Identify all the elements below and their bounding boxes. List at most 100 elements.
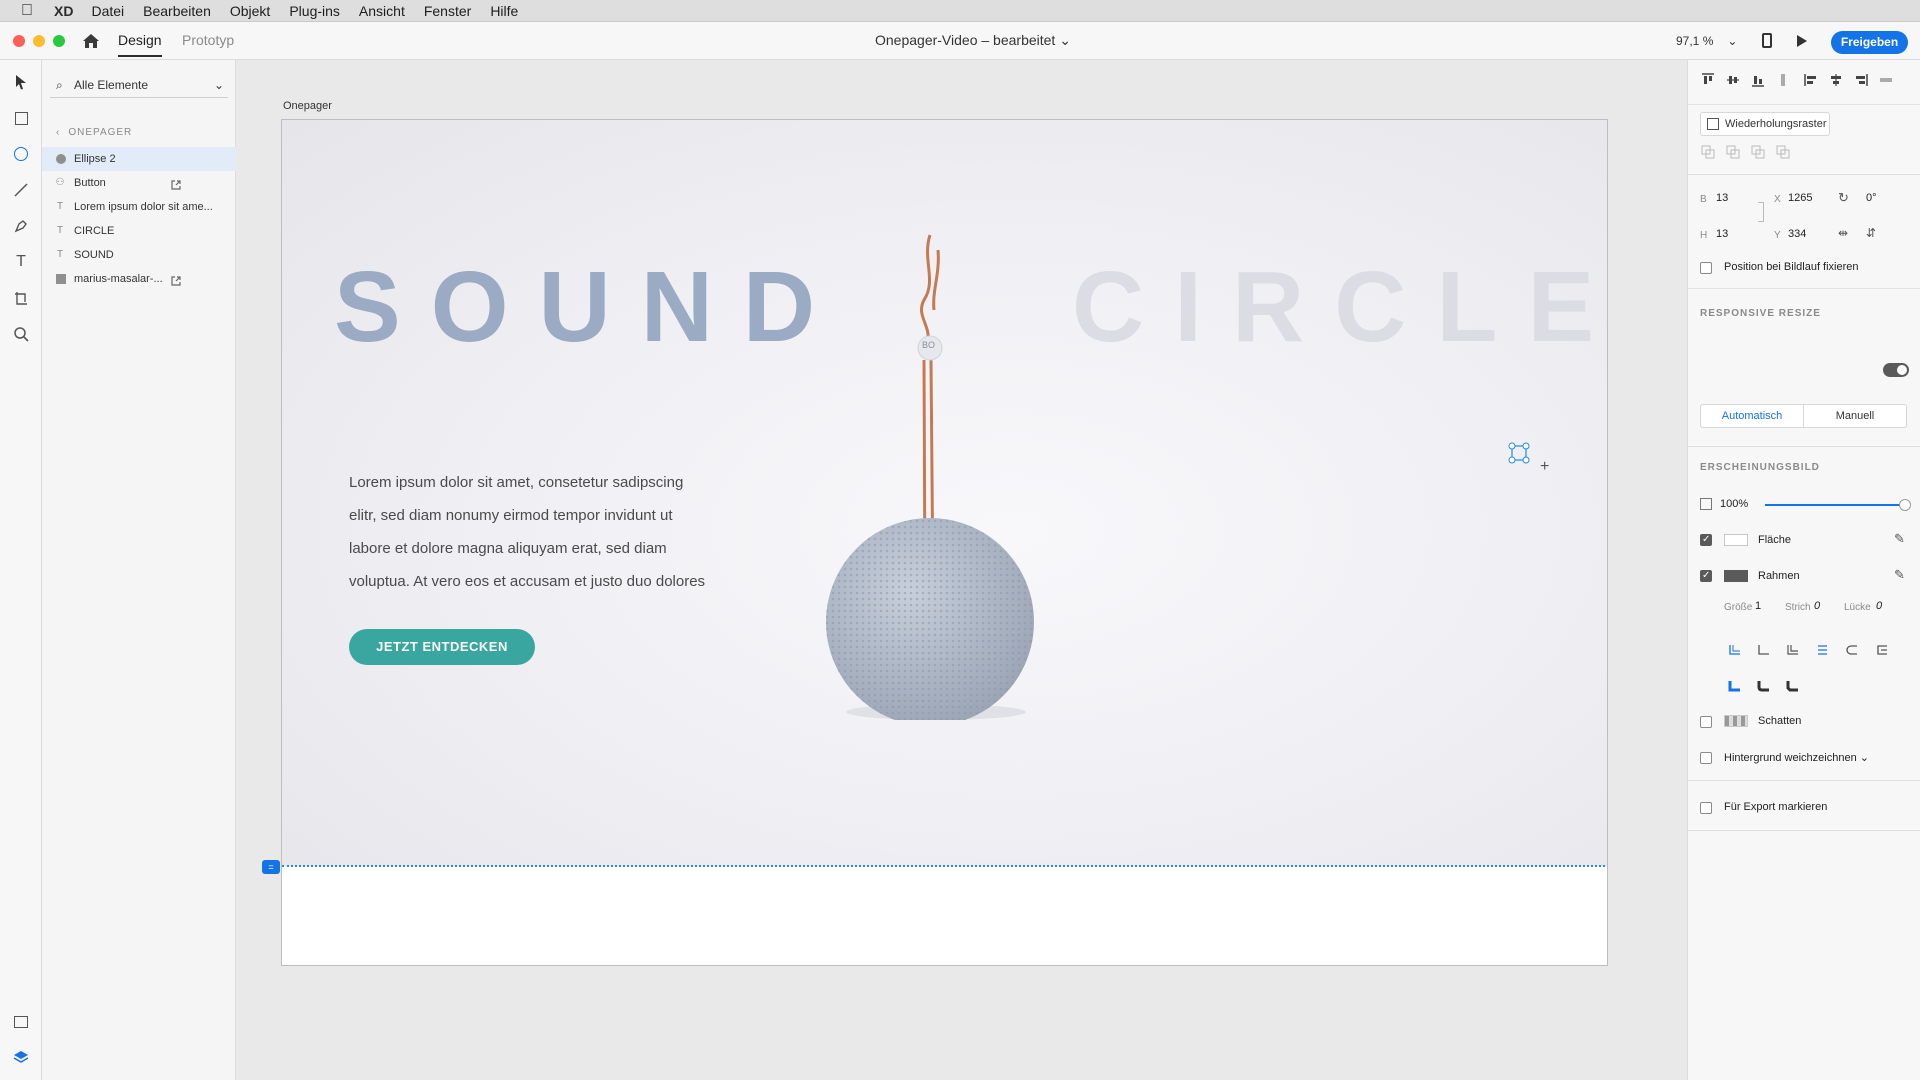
layer-item[interactable]: ⚇ Button: [42, 171, 236, 195]
gap-input[interactable]: 0: [1876, 600, 1882, 612]
align-bottom-icon[interactable]: [1748, 70, 1768, 90]
align-right-icon[interactable]: [1851, 70, 1871, 90]
menu-plugins[interactable]: Plug-ins: [289, 3, 340, 19]
distribute-vertical-icon[interactable]: [1773, 70, 1793, 90]
text-tool-icon[interactable]: T: [11, 252, 31, 272]
stroke-outer-icon[interactable]: [1782, 640, 1802, 660]
guide-handle-icon[interactable]: =: [262, 860, 280, 874]
rectangle-tool-icon[interactable]: [11, 108, 31, 128]
artboard[interactable]: SOUND CIRCLE BO Lorem ipsum dolor sit am…: [281, 119, 1608, 966]
distribute-horizontal-icon[interactable]: [1876, 70, 1896, 90]
tab-prototyp[interactable]: Prototyp: [182, 32, 234, 48]
y-input[interactable]: 334: [1788, 228, 1806, 240]
menu-bearbeiten[interactable]: Bearbeiten: [143, 3, 211, 19]
background-blur-label[interactable]: Hintergrund weichzeichnen ⌄: [1724, 751, 1869, 764]
menu-datei[interactable]: Datei: [91, 3, 124, 19]
layer-item[interactable]: T Lorem ipsum dolor sit ame...: [42, 195, 236, 219]
layers-panel-icon[interactable]: [11, 1047, 31, 1067]
opacity-slider[interactable]: [1765, 499, 1911, 511]
headline-sound[interactable]: SOUND: [334, 250, 845, 365]
join-miter-icon[interactable]: [1724, 676, 1744, 696]
close-window-button[interactable]: [13, 35, 25, 47]
layer-item[interactable]: T CIRCLE: [42, 219, 236, 243]
resize-auto-button[interactable]: Automatisch: [1701, 405, 1804, 427]
zoom-window-button[interactable]: [53, 35, 65, 47]
ellipse-tool-icon[interactable]: [11, 144, 31, 164]
cta-button[interactable]: JETZT ENTDECKEN: [349, 629, 535, 665]
line-tool-icon[interactable]: [11, 180, 31, 200]
selected-ellipse-handles[interactable]: [1506, 440, 1532, 466]
join-bevel-icon[interactable]: [1782, 676, 1802, 696]
shadow-checkbox[interactable]: [1700, 716, 1712, 728]
align-center-icon[interactable]: [1826, 70, 1846, 90]
menu-objekt[interactable]: Objekt: [230, 3, 270, 19]
background-blur-checkbox[interactable]: [1700, 752, 1712, 764]
layer-item[interactable]: marius-masalar-...: [42, 267, 236, 291]
align-left-icon[interactable]: [1801, 70, 1821, 90]
border-checkbox[interactable]: [1700, 570, 1712, 582]
play-icon[interactable]: [1796, 34, 1808, 53]
fix-position-checkbox[interactable]: [1700, 262, 1712, 274]
body-text[interactable]: Lorem ipsum dolor sit amet, consetetur s…: [349, 466, 769, 598]
minimize-window-button[interactable]: [33, 35, 45, 47]
headline-circle[interactable]: CIRCLE: [1072, 250, 1607, 365]
boolean-exclude-icon[interactable]: [1773, 142, 1793, 162]
boolean-intersect-icon[interactable]: [1748, 142, 1768, 162]
tab-design[interactable]: Design: [118, 32, 162, 57]
width-input[interactable]: 13: [1716, 192, 1728, 204]
boolean-subtract-icon[interactable]: [1723, 142, 1743, 162]
responsive-resize-toggle[interactable]: [1883, 363, 1909, 377]
fill-swatch[interactable]: [1724, 534, 1748, 546]
stroke-size-input[interactable]: 1: [1755, 600, 1761, 612]
align-top-icon[interactable]: [1698, 70, 1718, 90]
align-middle-icon[interactable]: [1723, 70, 1743, 90]
stroke-inner-icon[interactable]: [1724, 640, 1744, 660]
eyedropper-icon[interactable]: ✎: [1894, 531, 1905, 547]
assets-panel-icon[interactable]: [11, 1012, 31, 1032]
stroke-center-icon[interactable]: [1753, 640, 1773, 660]
external-link-icon[interactable]: [170, 272, 184, 286]
rotation-input[interactable]: 0°: [1866, 192, 1877, 204]
apple-icon[interactable]: : [0, 2, 54, 20]
eyedropper-icon[interactable]: ✎: [1894, 567, 1905, 583]
height-input[interactable]: 13: [1716, 228, 1728, 240]
share-button[interactable]: Freigeben: [1831, 31, 1908, 54]
device-preview-icon[interactable]: [1762, 33, 1772, 48]
join-round-icon[interactable]: [1753, 676, 1773, 696]
viewport-height-guide[interactable]: [282, 865, 1607, 867]
stroke-cap-round-icon[interactable]: [1842, 640, 1862, 660]
pen-tool-icon[interactable]: [11, 216, 31, 236]
boolean-add-icon[interactable]: [1698, 142, 1718, 162]
artboard-label[interactable]: Onepager: [283, 100, 332, 112]
document-title[interactable]: Onepager-Video – bearbeitet ⌄: [875, 32, 1071, 49]
external-link-icon[interactable]: [170, 176, 184, 190]
flip-horizontal-icon[interactable]: ⇹: [1838, 226, 1848, 240]
lock-aspect-icon[interactable]: [1758, 202, 1764, 222]
fill-checkbox[interactable]: [1700, 534, 1712, 546]
zoom-tool-icon[interactable]: [11, 324, 31, 344]
flip-vertical-icon[interactable]: ⇵: [1866, 226, 1876, 240]
home-icon[interactable]: [81, 31, 101, 51]
repeat-grid-button[interactable]: Wiederholungsraster: [1700, 112, 1830, 136]
layer-filter[interactable]: ⌕ Alle Elemente ⌄: [50, 72, 228, 98]
border-swatch[interactable]: [1724, 570, 1748, 582]
stroke-cap-butt-icon[interactable]: [1812, 640, 1832, 660]
menu-hilfe[interactable]: Hilfe: [490, 3, 518, 19]
layer-item[interactable]: Ellipse 2: [42, 147, 236, 171]
opacity-slider-knob[interactable]: [1899, 499, 1911, 511]
zoom-level[interactable]: 97,1 % ⌄: [1676, 34, 1737, 48]
menu-fenster[interactable]: Fenster: [424, 3, 471, 19]
select-tool-icon[interactable]: [11, 72, 31, 92]
layer-group-header[interactable]: ‹ ONEPAGER: [56, 127, 132, 138]
menu-app-name[interactable]: XD: [54, 3, 73, 19]
opacity-value[interactable]: 100%: [1720, 498, 1748, 510]
export-checkbox[interactable]: [1700, 802, 1712, 814]
layer-item[interactable]: T SOUND: [42, 243, 236, 267]
dash-input[interactable]: 0: [1814, 600, 1820, 612]
artboard-tool-icon[interactable]: [11, 288, 31, 308]
x-input[interactable]: 1265: [1788, 192, 1812, 204]
shadow-swatch[interactable]: [1724, 715, 1748, 727]
menu-ansicht[interactable]: Ansicht: [359, 3, 405, 19]
stroke-cap-square-icon[interactable]: [1872, 640, 1892, 660]
resize-manual-button[interactable]: Manuell: [1804, 405, 1906, 427]
